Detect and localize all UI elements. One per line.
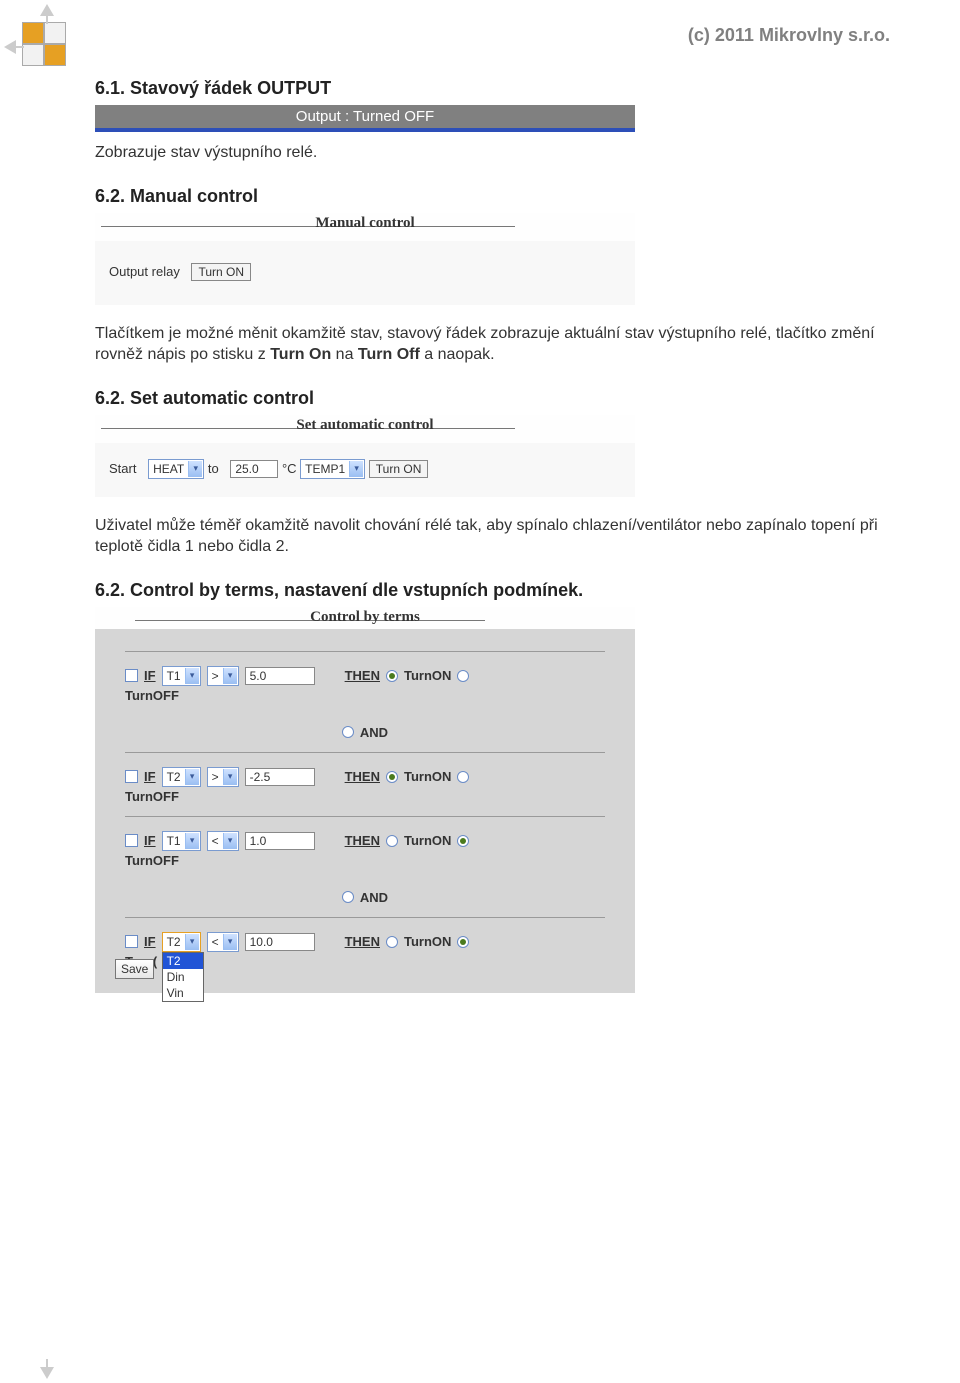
term-enable-checkbox[interactable] — [125, 669, 138, 682]
term-var-select[interactable]: T1▾ — [162, 831, 201, 851]
auto-control-panel: Set automatic control Start HEAT ▾ to 25… — [95, 415, 635, 497]
term-row: IF T2▾ >▾ -2.5 THEN TurnON TurnOFF — [125, 752, 605, 804]
term-value-input[interactable]: 10.0 — [245, 933, 315, 951]
term-enable-checkbox[interactable] — [125, 834, 138, 847]
and-row: AND — [125, 890, 605, 905]
turn-on-button[interactable]: Turn ON — [191, 263, 251, 281]
term-op-select[interactable]: >▾ — [207, 767, 239, 787]
term-op-select[interactable]: <▾ — [207, 831, 239, 851]
if-label: IF — [144, 833, 156, 848]
turnon-label: TurnON — [404, 769, 451, 784]
copyright-text: (c) 2011 Mikrovlny s.r.o. — [95, 25, 890, 46]
term-enable-checkbox[interactable] — [125, 770, 138, 783]
turnon-radio[interactable] — [386, 835, 398, 847]
section-heading-output: 6.1. Stavový řádek OUTPUT — [95, 78, 890, 99]
auto-paragraph: Uživatel může téměř okamžitě navolit cho… — [95, 515, 890, 558]
term-op-select[interactable]: >▾ — [207, 666, 239, 686]
turnoff-label: TurnOFF — [125, 789, 605, 804]
term-row: IF T2▾ T2 Din Vin <▾ 10.0 THEN TurnO — [125, 917, 605, 969]
chevron-down-icon: ▾ — [185, 769, 199, 785]
chevron-down-icon: ▾ — [349, 461, 363, 477]
start-label: Start — [109, 461, 136, 476]
term-var-select[interactable]: T2▾ — [162, 767, 201, 787]
then-label: THEN — [345, 833, 380, 848]
turnoff-label: TurnOFF — [125, 688, 605, 703]
chevron-down-icon: ▾ — [223, 833, 237, 849]
then-label: THEN — [345, 668, 380, 683]
auto-panel-title: Set automatic control — [95, 415, 635, 437]
turnoff-radio[interactable] — [457, 670, 469, 682]
section-heading-cbt: 6.2. Control by terms, nastavení dle vst… — [95, 580, 890, 601]
turnoff-radio[interactable] — [457, 771, 469, 783]
turnon-label: TurnON — [404, 934, 451, 949]
and-radio[interactable] — [342, 891, 354, 903]
chevron-down-icon: ▾ — [188, 461, 202, 477]
output-caption: Zobrazuje stav výstupního relé. — [95, 142, 890, 164]
turnoff-radio[interactable] — [457, 835, 469, 847]
to-label: to — [208, 461, 219, 476]
term-op-select[interactable]: <▾ — [207, 932, 239, 952]
sensor-select[interactable]: TEMP1 ▾ — [300, 459, 365, 479]
turnon-label: TurnON — [404, 833, 451, 848]
temperature-input[interactable]: 25.0 — [230, 460, 278, 478]
cbt-panel-title: Control by terms — [95, 607, 635, 629]
chevron-down-icon: ▾ — [223, 668, 237, 684]
manual-control-panel: Manual control Output relay Turn ON — [95, 213, 635, 305]
dropdown-list[interactable]: T2 Din Vin — [162, 952, 204, 1002]
mode-select-value: HEAT — [153, 462, 184, 476]
section-heading-manual: 6.2. Manual control — [95, 186, 890, 207]
if-label: IF — [144, 934, 156, 949]
unit-label: °C — [282, 461, 297, 476]
output-status-bar: Output : Turned OFF — [95, 105, 635, 132]
section-heading-auto: 6.2. Set automatic control — [95, 388, 890, 409]
if-label: IF — [144, 769, 156, 784]
term-value-input[interactable]: -2.5 — [245, 768, 315, 786]
chevron-down-icon: ▾ — [185, 668, 199, 684]
term-var-select-open[interactable]: T2▾ T2 Din Vin — [162, 932, 201, 952]
then-label: THEN — [345, 769, 380, 784]
term-row: IF T1▾ >▾ 5.0 THEN TurnON TurnOFF — [125, 651, 605, 703]
dropdown-option[interactable]: T2 — [163, 953, 203, 969]
output-relay-label: Output relay — [109, 264, 180, 279]
turnon-label: TurnON — [404, 668, 451, 683]
control-by-terms-panel: Control by terms IF T1▾ >▾ 5.0 THEN Turn… — [95, 607, 635, 993]
corner-logo — [22, 22, 66, 66]
sensor-select-value: TEMP1 — [305, 462, 345, 476]
chevron-down-icon: ▾ — [223, 934, 237, 950]
and-radio[interactable] — [342, 726, 354, 738]
and-label: AND — [360, 890, 388, 905]
chevron-down-icon: ▾ — [223, 769, 237, 785]
manual-paragraph: Tlačítkem je možné měnit okamžitě stav, … — [95, 323, 890, 366]
turnon-radio[interactable] — [386, 771, 398, 783]
then-label: THEN — [345, 934, 380, 949]
output-status-text: Output : Turned OFF — [95, 105, 635, 128]
if-label: IF — [144, 668, 156, 683]
turnoff-radio[interactable] — [457, 936, 469, 948]
manual-panel-title: Manual control — [95, 213, 635, 235]
status-underline — [95, 128, 635, 132]
chevron-down-icon: ▾ — [185, 934, 199, 950]
auto-turn-on-button[interactable]: Turn ON — [369, 460, 429, 478]
dropdown-option[interactable]: Din — [163, 969, 203, 985]
term-enable-checkbox[interactable] — [125, 935, 138, 948]
save-button[interactable]: Save — [115, 959, 154, 979]
chevron-down-icon: ▾ — [185, 833, 199, 849]
term-row: IF T1▾ <▾ 1.0 THEN TurnON TurnOFF — [125, 816, 605, 868]
turnon-radio[interactable] — [386, 936, 398, 948]
term-var-select[interactable]: T1▾ — [162, 666, 201, 686]
turnon-radio[interactable] — [386, 670, 398, 682]
mode-select[interactable]: HEAT ▾ — [148, 459, 204, 479]
term-value-input[interactable]: 5.0 — [245, 667, 315, 685]
term-value-input[interactable]: 1.0 — [245, 832, 315, 850]
dropdown-option[interactable]: Vin — [163, 985, 203, 1001]
and-row: AND — [125, 725, 605, 740]
and-label: AND — [360, 725, 388, 740]
turnoff-label: TurnOFF — [125, 853, 605, 868]
